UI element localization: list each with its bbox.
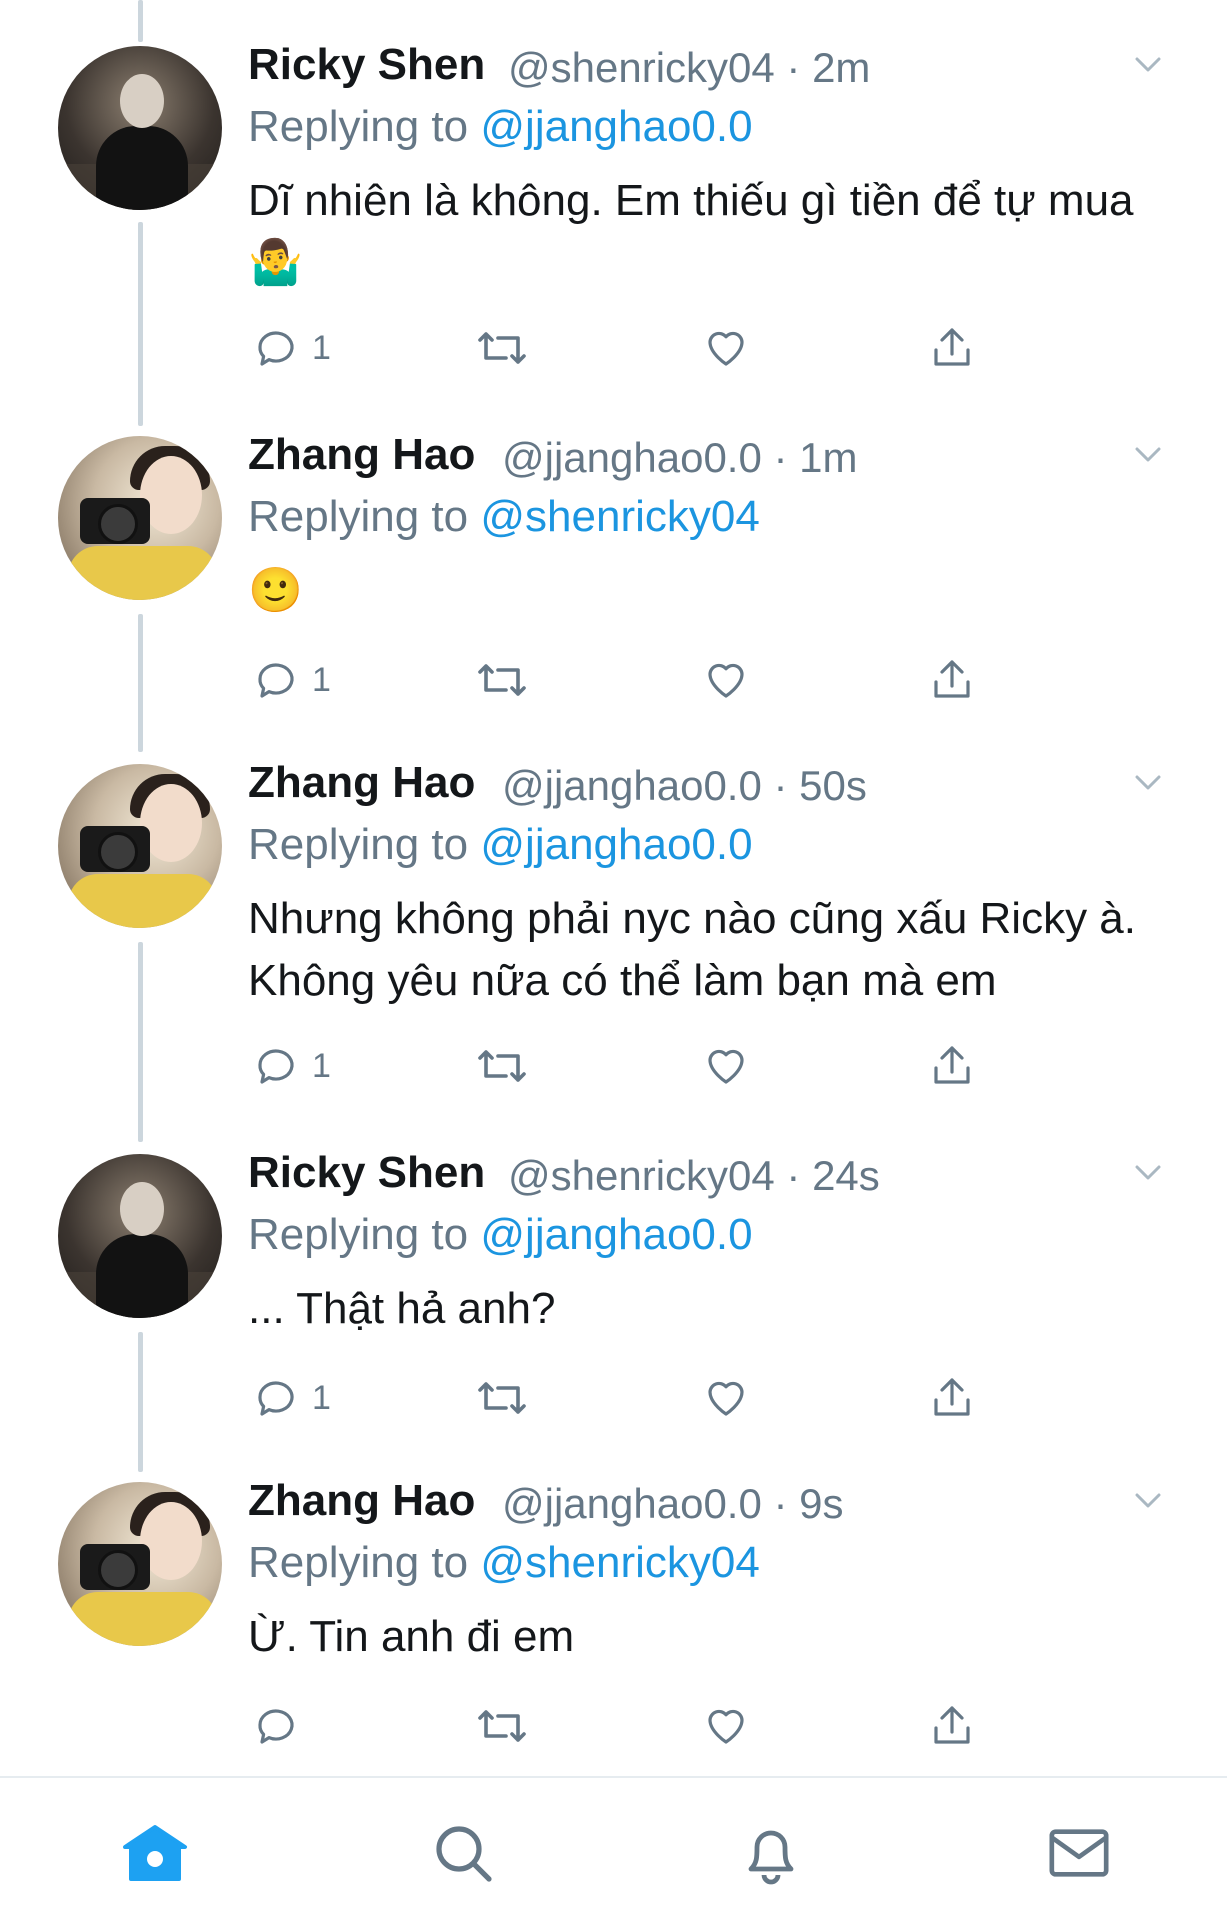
like-button[interactable] xyxy=(702,1038,750,1094)
mention-link[interactable]: @shenricky04 xyxy=(480,492,759,541)
retweet-icon xyxy=(478,664,526,696)
replying-to: Replying to @shenricky04 xyxy=(248,1538,760,1587)
mention-link[interactable]: @jjanghao0.0 xyxy=(480,102,752,151)
author-handle-time: @jjanghao0.0 · 50s xyxy=(502,762,867,809)
tweet-text: Ừ. Tin anh đi em xyxy=(248,1612,575,1661)
chevron-down-icon[interactable] xyxy=(1134,1158,1162,1186)
tweet-actions xyxy=(0,1698,1227,1758)
retweet-button[interactable] xyxy=(474,652,530,708)
avatar[interactable] xyxy=(58,1154,222,1318)
like-button[interactable] xyxy=(702,1370,750,1426)
tweet[interactable]: Ricky Shen @shenricky04 · 2m Replying to… xyxy=(0,0,1227,367)
tweet-text: ... Thật hả anh? xyxy=(248,1284,556,1333)
author-name[interactable]: Zhang Hao xyxy=(248,1476,475,1526)
tweet-actions: 1 xyxy=(0,320,1227,380)
mail-icon xyxy=(1049,1829,1109,1877)
share-button[interactable] xyxy=(928,1370,976,1426)
heart-icon xyxy=(708,1381,744,1416)
tab-search[interactable] xyxy=(428,1818,498,1888)
author-handle-time: @jjanghao0.0 · 9s xyxy=(502,1480,844,1527)
home-icon xyxy=(123,1825,187,1881)
retweet-icon xyxy=(478,332,526,364)
replying-to: Replying to @shenricky04 xyxy=(248,492,760,541)
mention-link[interactable]: @jjanghao0.0 xyxy=(480,820,752,869)
retweet-button[interactable] xyxy=(474,320,530,376)
mention-link[interactable]: @jjanghao0.0 xyxy=(480,1210,752,1259)
tweet-text: Nhưng không phải nyc nào cũng xấu Ricky … xyxy=(248,894,1136,1005)
share-icon xyxy=(934,328,970,366)
reply-count: 1 xyxy=(312,1046,331,1085)
author-name[interactable]: Ricky Shen xyxy=(248,40,485,90)
heart-icon xyxy=(708,331,744,366)
heart-icon xyxy=(708,663,744,698)
reply-button[interactable]: 1 xyxy=(252,320,331,376)
reply-count: 1 xyxy=(312,328,331,367)
mention-link[interactable]: @shenricky04 xyxy=(480,1538,759,1587)
tweet[interactable]: Zhang Hao @jjanghao0.0 · 1m Replying to … xyxy=(0,390,1227,718)
replying-to: Replying to @jjanghao0.0 xyxy=(248,1210,753,1259)
bottom-tab-bar xyxy=(0,1776,1227,1922)
chevron-down-icon[interactable] xyxy=(1134,50,1162,78)
tweet-actions: 1 xyxy=(0,1038,1227,1098)
reply-icon xyxy=(258,1381,294,1416)
tweet-actions: 1 xyxy=(0,652,1227,712)
reply-button[interactable]: 1 xyxy=(252,652,331,708)
tab-messages[interactable] xyxy=(1044,1818,1114,1888)
tweet-actions: 1 xyxy=(0,1370,1227,1430)
reply-count: 1 xyxy=(312,1378,331,1417)
author-name[interactable]: Zhang Hao xyxy=(248,430,475,480)
retweet-icon xyxy=(478,1382,526,1414)
tweet[interactable]: Zhang Hao @jjanghao0.0 · 9s Replying to … xyxy=(0,1436,1227,1764)
author-handle-time: @jjanghao0.0 · 1m xyxy=(502,434,858,481)
author-handle-time: @shenricky04 · 24s xyxy=(508,1152,880,1199)
search-icon xyxy=(436,1826,492,1882)
retweet-icon xyxy=(478,1710,526,1742)
bell-icon xyxy=(748,1830,794,1885)
share-icon xyxy=(934,1706,970,1744)
tweet[interactable]: Zhang Hao @jjanghao0.0 · 50s Replying to… xyxy=(0,718,1227,1085)
share-icon xyxy=(934,1378,970,1416)
like-button[interactable] xyxy=(702,652,750,708)
share-icon xyxy=(934,660,970,698)
author-name[interactable]: Zhang Hao xyxy=(248,758,475,808)
heart-icon xyxy=(708,1709,744,1744)
reply-button[interactable]: 1 xyxy=(252,1370,331,1426)
avatar[interactable] xyxy=(58,764,222,928)
avatar[interactable] xyxy=(58,436,222,600)
heart-icon xyxy=(708,1049,744,1084)
author-handle-time: @shenricky04 · 2m xyxy=(508,44,871,91)
reply-icon xyxy=(258,331,294,366)
like-button[interactable] xyxy=(702,1698,750,1754)
share-button[interactable] xyxy=(928,1038,976,1094)
reply-icon xyxy=(258,663,294,698)
reply-count: 1 xyxy=(312,660,331,699)
replying-to: Replying to @jjanghao0.0 xyxy=(248,102,753,151)
reply-button[interactable] xyxy=(252,1698,312,1754)
tab-notifications[interactable] xyxy=(736,1818,806,1888)
avatar[interactable] xyxy=(58,1482,222,1646)
retweet-button[interactable] xyxy=(474,1698,530,1754)
retweet-button[interactable] xyxy=(474,1370,530,1426)
retweet-icon xyxy=(478,1050,526,1082)
reply-icon xyxy=(258,1709,294,1744)
share-button[interactable] xyxy=(928,652,976,708)
share-button[interactable] xyxy=(928,320,976,376)
tweet[interactable]: Ricky Shen @shenricky04 · 24s Replying t… xyxy=(0,1108,1227,1436)
reply-button[interactable]: 1 xyxy=(252,1038,331,1094)
chevron-down-icon[interactable] xyxy=(1134,1486,1162,1514)
tweet-text: Dĩ nhiên là không. Em thiếu gì tiền để t… xyxy=(248,176,1134,287)
replying-to: Replying to @jjanghao0.0 xyxy=(248,820,753,869)
share-icon xyxy=(934,1046,970,1084)
tweet-text: 🙂 xyxy=(248,566,303,615)
reply-icon xyxy=(258,1049,294,1084)
avatar[interactable] xyxy=(58,46,222,210)
retweet-button[interactable] xyxy=(474,1038,530,1094)
share-button[interactable] xyxy=(928,1698,976,1754)
tab-home[interactable] xyxy=(120,1818,190,1888)
author-name[interactable]: Ricky Shen xyxy=(248,1148,485,1198)
chevron-down-icon[interactable] xyxy=(1134,768,1162,796)
like-button[interactable] xyxy=(702,320,750,376)
chevron-down-icon[interactable] xyxy=(1134,440,1162,468)
